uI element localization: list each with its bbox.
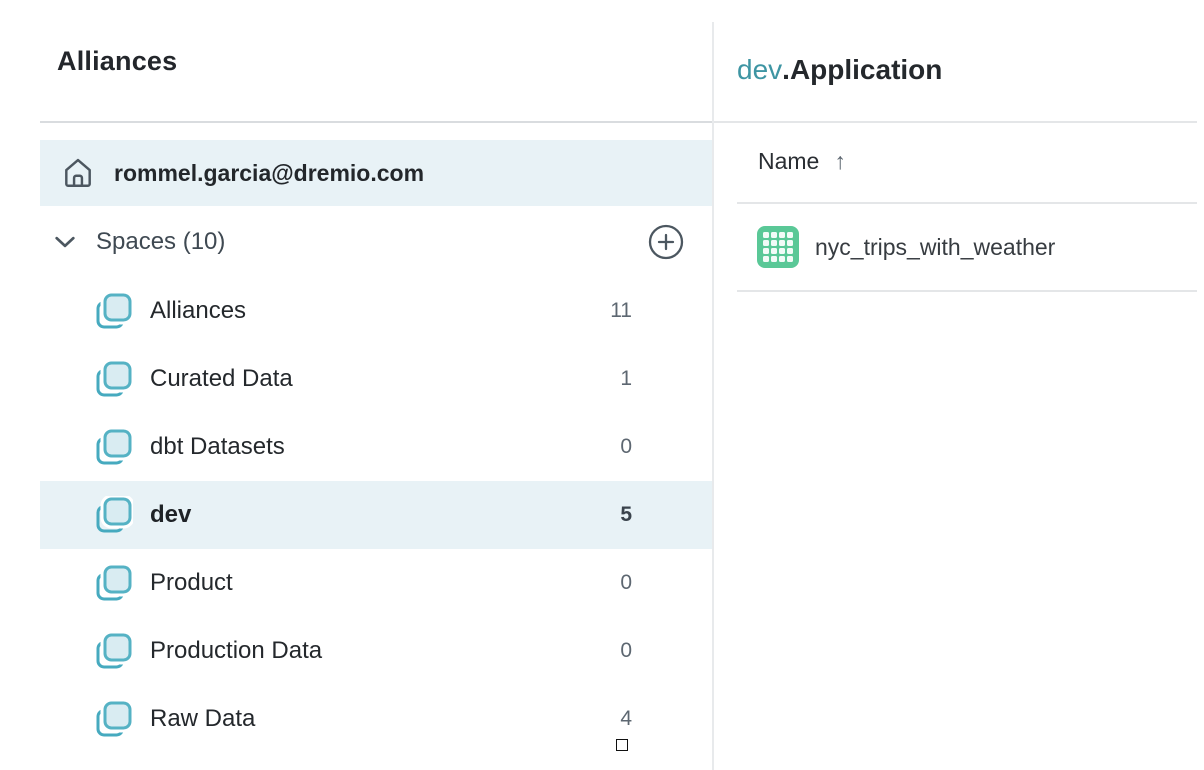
space-icon bbox=[95, 292, 133, 330]
breadcrumb-folder-name: Application bbox=[790, 54, 942, 85]
stray-square-artifact bbox=[616, 739, 628, 751]
spaces-section-label: Spaces (10) bbox=[96, 228, 225, 256]
physical-dataset-table-icon bbox=[757, 226, 799, 268]
plus-circle-icon bbox=[648, 224, 684, 260]
space-dataset-count: 0 bbox=[620, 571, 632, 595]
row-divider bbox=[737, 290, 1197, 292]
space-dataset-count: 1 bbox=[620, 367, 632, 391]
spaces-sidebar: Alliances rommel.garcia@dremio.com Space… bbox=[0, 0, 713, 770]
space-icon bbox=[95, 700, 133, 738]
space-name: dev bbox=[150, 501, 191, 529]
space-icon bbox=[95, 632, 133, 670]
dataset-row-nyc-trips[interactable]: nyc_trips_with_weather bbox=[714, 204, 1197, 290]
space-row-raw-data[interactable]: Raw Data 4 bbox=[40, 685, 713, 753]
breadcrumb-separator: . bbox=[782, 54, 790, 85]
space-name: Alliances bbox=[150, 297, 246, 325]
space-dataset-count: 4 bbox=[620, 707, 632, 731]
home-icon bbox=[61, 156, 95, 190]
header-divider bbox=[714, 121, 1197, 123]
title-divider bbox=[40, 121, 713, 123]
space-icon bbox=[95, 496, 133, 534]
space-dataset-count: 0 bbox=[620, 639, 632, 663]
space-row-product[interactable]: Product 0 bbox=[40, 549, 713, 617]
spaces-section-header[interactable]: Spaces (10) bbox=[40, 210, 713, 274]
space-row-dbt-datasets[interactable]: dbt Datasets 0 bbox=[40, 413, 713, 481]
home-space-label: rommel.garcia@dremio.com bbox=[114, 160, 424, 187]
dremio-catalog-screen: Alliances rommel.garcia@dremio.com Space… bbox=[0, 0, 1204, 770]
space-row-curated-data[interactable]: Curated Data 1 bbox=[40, 345, 713, 413]
space-row-production-data[interactable]: Production Data 0 bbox=[40, 617, 713, 685]
dataset-name: nyc_trips_with_weather bbox=[815, 234, 1055, 261]
spaces-list: Alliances 11 Curated Data 1 dbt Datasets… bbox=[40, 277, 713, 753]
breadcrumb: dev.Application bbox=[737, 54, 942, 86]
space-name: Raw Data bbox=[150, 705, 255, 733]
space-icon bbox=[95, 428, 133, 466]
home-space-item[interactable]: rommel.garcia@dremio.com bbox=[40, 140, 713, 206]
add-space-button[interactable] bbox=[648, 224, 684, 260]
space-name: dbt Datasets bbox=[150, 433, 285, 461]
sort-ascending-icon[interactable]: ↑ bbox=[834, 148, 846, 175]
space-name: Curated Data bbox=[150, 365, 293, 393]
folder-contents-panel: dev.Application Name ↑ nyc_trips_with_we… bbox=[714, 0, 1204, 770]
space-name: Product bbox=[150, 569, 233, 597]
space-icon bbox=[95, 360, 133, 398]
space-name: Production Data bbox=[150, 637, 322, 665]
space-row-alliances[interactable]: Alliances 11 bbox=[40, 277, 713, 345]
space-dataset-count: 11 bbox=[610, 299, 632, 323]
chevron-down-icon bbox=[55, 236, 75, 248]
space-icon bbox=[95, 564, 133, 602]
space-dataset-count: 0 bbox=[620, 435, 632, 459]
name-column-label: Name bbox=[758, 148, 819, 175]
page-title: Alliances bbox=[57, 46, 177, 77]
breadcrumb-space-link[interactable]: dev bbox=[737, 54, 782, 85]
space-dataset-count: 5 bbox=[620, 503, 632, 527]
space-row-dev-selected[interactable]: dev 5 bbox=[40, 481, 713, 549]
name-column-header[interactable]: Name ↑ bbox=[758, 148, 846, 175]
